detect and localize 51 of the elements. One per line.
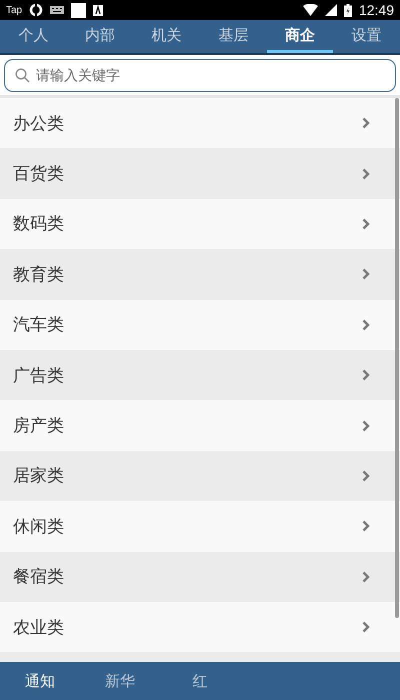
list-item[interactable]: 办公类 — [0, 98, 400, 148]
category-label: 房产类 — [13, 415, 64, 438]
nav-tab[interactable]: 红 — [160, 662, 240, 700]
tab[interactable]: 基层 — [200, 20, 267, 53]
tab[interactable]: 个人 — [0, 20, 67, 53]
list-item[interactable]: 农业类 — [0, 602, 400, 652]
search-field[interactable]: 请输入关键字 — [4, 59, 396, 92]
tab[interactable]: 机关 — [133, 20, 200, 53]
category-label: 广告类 — [13, 364, 64, 387]
keyboard-icon — [50, 6, 64, 14]
clock: 12:49 — [358, 2, 394, 18]
list-item[interactable]: 居家类 — [0, 450, 400, 502]
app-label: Tap — [6, 4, 22, 16]
chevron-icon — [362, 318, 370, 331]
nav-tab[interactable]: 新华 — [80, 662, 160, 700]
scrollbar[interactable] — [395, 98, 399, 618]
chevron-icon — [362, 520, 370, 532]
list-item[interactable]: 教育类 — [0, 249, 400, 300]
category-label: 教育类 — [13, 264, 64, 286]
category-label: 餐宿类 — [13, 566, 64, 588]
list-item[interactable]: 广告类 — [0, 350, 400, 400]
chevron-icon — [362, 268, 370, 280]
category-label: 百货类 — [13, 163, 64, 186]
nav-tab[interactable]: 通知 — [0, 662, 80, 700]
list-item[interactable]: 数码类 — [0, 198, 400, 250]
chevron-icon — [362, 470, 370, 482]
list-item[interactable] — [0, 652, 400, 662]
chevron-icon — [362, 369, 370, 382]
chevron-icon — [362, 117, 370, 130]
chevron-icon — [362, 570, 370, 583]
tab[interactable]: 设置 — [333, 20, 400, 53]
list-item[interactable]: 休闲类 — [0, 501, 400, 552]
list-item[interactable]: 餐宿类 — [0, 552, 400, 602]
battery-icon — [344, 4, 352, 16]
category-label: 数码类 — [13, 213, 64, 236]
chevron-icon — [362, 168, 370, 180]
category-label: 办公类 — [13, 112, 64, 135]
category-label: 休闲类 — [13, 516, 64, 538]
signal-icon — [324, 4, 337, 16]
category-label: 农业类 — [13, 616, 64, 639]
chevron-icon — [362, 218, 370, 230]
tab[interactable]: 内部 — [66, 20, 134, 53]
wifi-icon — [302, 4, 318, 16]
chevron-icon — [362, 420, 370, 432]
sync-icon — [29, 3, 44, 17]
category-label: 居家类 — [13, 465, 64, 488]
list-item[interactable]: 房产类 — [0, 400, 400, 451]
list-item[interactable]: 百货类 — [0, 148, 400, 199]
category-label: 汽车类 — [13, 314, 64, 336]
chevron-icon — [362, 621, 370, 634]
list-item[interactable]: 汽车类 — [0, 300, 400, 350]
